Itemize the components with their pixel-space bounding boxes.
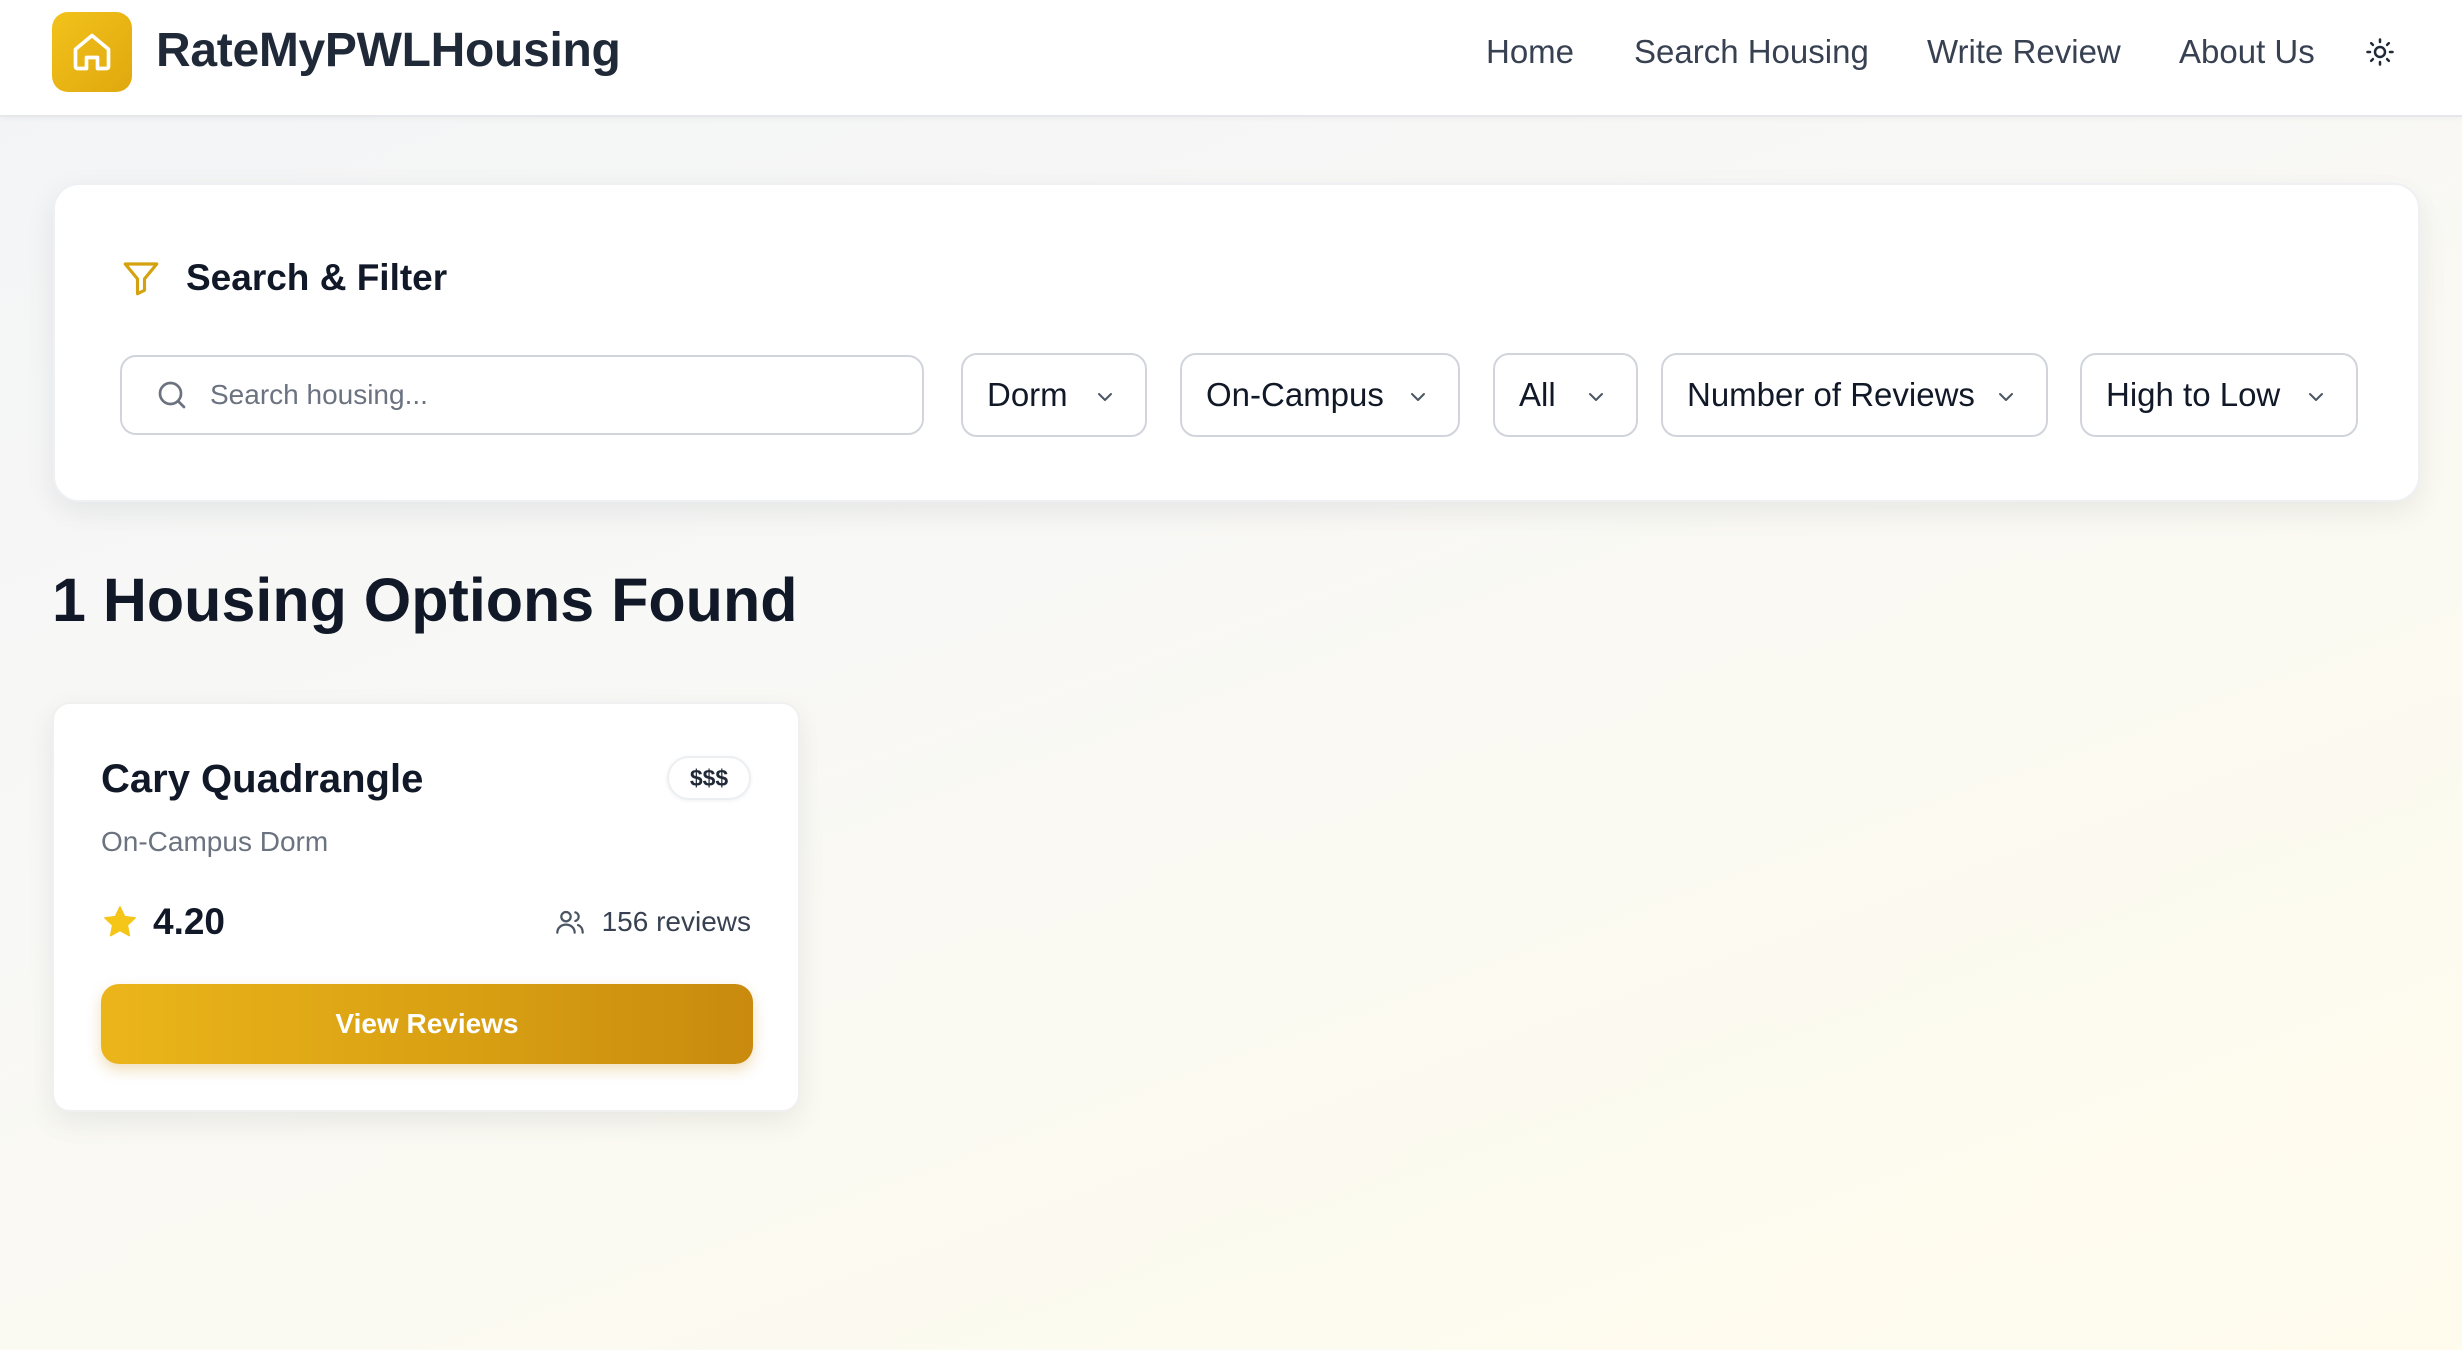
housing-card[interactable]: Cary Quadrangle $$$ On-Campus Dorm 4.20 … bbox=[52, 702, 800, 1112]
users-icon bbox=[554, 906, 586, 938]
filter-title: Search & Filter bbox=[186, 257, 448, 298]
top-navbar: RateMyPWLHousing Home Search Housing Wri… bbox=[0, 0, 2462, 117]
rating: 4.20 bbox=[101, 900, 225, 944]
search-filter-panel: Search & Filter Dorm On-Campus All Numbe… bbox=[53, 183, 2420, 502]
review-count-text: 156 reviews bbox=[601, 906, 751, 937]
nav-home[interactable]: Home bbox=[1486, 30, 1574, 74]
sort-order-select[interactable]: High to Low bbox=[2080, 353, 2358, 437]
sort-by-value: Number of Reviews bbox=[1687, 376, 1975, 413]
results-count-heading: 1 Housing Options Found bbox=[52, 566, 798, 634]
price-value: All bbox=[1519, 376, 1556, 413]
chevron-down-icon bbox=[2304, 385, 2328, 409]
price-badge: $$$ bbox=[667, 756, 751, 800]
logo[interactable] bbox=[52, 12, 132, 92]
chevron-down-icon bbox=[1994, 385, 2018, 409]
sort-order-value: High to Low bbox=[2106, 376, 2281, 413]
housing-type-select[interactable]: Dorm bbox=[961, 353, 1147, 437]
housing-type-label: On-Campus Dorm bbox=[101, 826, 329, 857]
nav-write-review[interactable]: Write Review bbox=[1927, 30, 2121, 74]
sort-by-select[interactable]: Number of Reviews bbox=[1661, 353, 2048, 437]
star-icon bbox=[101, 903, 139, 941]
search-input[interactable] bbox=[210, 379, 890, 411]
search-field[interactable] bbox=[120, 355, 924, 435]
housing-type-value: Dorm bbox=[987, 376, 1068, 413]
filter-icon bbox=[120, 257, 162, 299]
filter-header: Search & Filter bbox=[120, 255, 447, 301]
chevron-down-icon bbox=[1093, 385, 1117, 409]
sun-icon bbox=[2365, 37, 2395, 67]
search-icon bbox=[154, 377, 190, 413]
brand-name[interactable]: RateMyPWLHousing bbox=[156, 22, 621, 80]
location-select[interactable]: On-Campus bbox=[1180, 353, 1460, 437]
housing-name[interactable]: Cary Quadrangle bbox=[101, 754, 423, 804]
chevron-down-icon bbox=[1584, 385, 1608, 409]
location-value: On-Campus bbox=[1206, 376, 1384, 413]
chevron-down-icon bbox=[1406, 385, 1430, 409]
review-count: 156 reviews bbox=[554, 904, 751, 940]
home-icon bbox=[70, 30, 114, 74]
view-reviews-button[interactable]: View Reviews bbox=[101, 984, 753, 1064]
price-select[interactable]: All bbox=[1493, 353, 1638, 437]
rating-value: 4.20 bbox=[153, 901, 226, 942]
nav-about-us[interactable]: About Us bbox=[2179, 30, 2315, 74]
theme-toggle-button[interactable] bbox=[2362, 34, 2398, 70]
nav-search-housing[interactable]: Search Housing bbox=[1634, 30, 1869, 74]
